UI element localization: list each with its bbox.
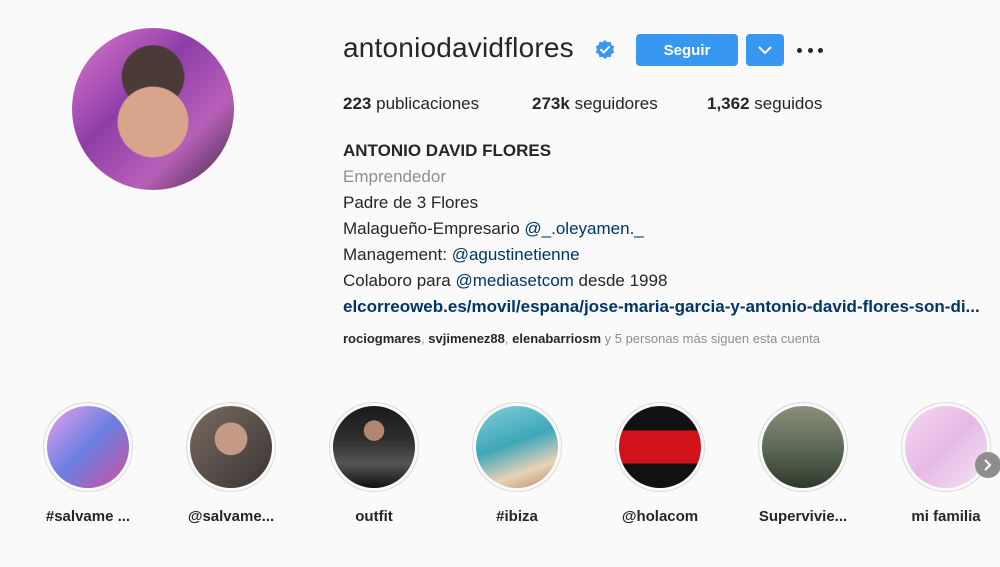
profile-avatar[interactable] — [72, 28, 234, 190]
chevron-right-icon — [984, 459, 992, 471]
bio-text: Malagueño-Empresario — [343, 219, 525, 238]
follower-username[interactable]: svjimenez88 — [428, 331, 505, 346]
followed-by-suffix: y 5 personas más siguen esta cuenta — [601, 331, 820, 346]
dot-icon — [797, 47, 802, 53]
highlight-cover — [472, 402, 562, 492]
dot-icon — [818, 47, 823, 53]
follower-username[interactable]: elenabarriosm — [512, 331, 601, 346]
profile-bio: ANTONIO DAVID FLORES Emprendedor Padre d… — [343, 138, 980, 320]
bio-line: Padre de 3 Flores — [343, 193, 479, 212]
bio-line: Colaboro para @mediasetcom desde 1998 — [343, 268, 980, 294]
highlight-label: @holacom — [621, 508, 699, 525]
follow-button[interactable]: Seguir — [636, 34, 738, 66]
bio-line: Malagueño-Empresario @_.oleyamen._ — [343, 216, 980, 242]
highlight-cover — [43, 402, 133, 492]
highlight-label: mi familia — [911, 508, 981, 525]
highlight-label: Supervivie... — [758, 508, 848, 525]
highlight-item[interactable]: Supervivie... — [757, 402, 849, 525]
bio-full-name: ANTONIO DAVID FLORES — [343, 141, 552, 160]
bio-mention-link[interactable]: @agustinetienne — [452, 245, 580, 264]
more-options-button[interactable] — [797, 38, 823, 62]
posts-stat: 223 publicaciones — [343, 94, 479, 114]
bio-text: Colaboro para — [343, 271, 456, 290]
posts-count: 223 — [343, 94, 372, 113]
dot-icon — [807, 47, 813, 53]
following-stat[interactable]: 1,362 seguidos — [707, 94, 822, 114]
bio-mention-link[interactable]: @mediasetcom — [455, 271, 573, 290]
highlight-cover — [901, 402, 991, 492]
followed-by-text[interactable]: rociogmares, svjimenez88, elenabarriosm … — [343, 331, 820, 346]
highlight-item[interactable]: outfit — [328, 402, 420, 525]
posts-label: publicaciones — [376, 94, 480, 113]
bio-mention-link[interactable]: @_.oleyamen._ — [524, 219, 643, 238]
bio-external-link[interactable]: elcorreoweb.es/movil/espana/jose-maria-g… — [343, 294, 980, 320]
following-count: 1,362 — [707, 94, 750, 113]
highlight-cover — [615, 402, 705, 492]
followers-label: seguidores — [574, 94, 658, 113]
highlight-cover — [758, 402, 848, 492]
highlight-label: @salvame... — [187, 508, 275, 525]
highlight-label: #ibiza — [496, 508, 538, 525]
suggestions-dropdown-button[interactable] — [746, 34, 784, 66]
profile-username: antoniodavidflores — [343, 32, 574, 63]
highlight-item[interactable]: @salvame... — [185, 402, 277, 525]
follower-username[interactable]: rociogmares — [343, 331, 421, 346]
verified-badge-icon — [595, 40, 615, 59]
followers-count: 273k — [532, 94, 570, 113]
highlights-next-button[interactable] — [975, 452, 1000, 478]
followers-stat[interactable]: 273k seguidores — [532, 94, 658, 114]
bio-text: Management: — [343, 245, 452, 264]
bio-category: Emprendedor — [343, 167, 447, 186]
bio-line: Management: @agustinetienne — [343, 242, 980, 268]
highlight-item[interactable]: @holacom — [614, 402, 706, 525]
highlight-cover — [329, 402, 419, 492]
highlight-item[interactable]: #salvame ... — [42, 402, 134, 525]
highlight-label: outfit — [355, 508, 393, 525]
highlight-item[interactable]: #ibiza — [471, 402, 563, 525]
highlight-cover — [186, 402, 276, 492]
bio-text: desde 1998 — [573, 271, 668, 290]
following-label: seguidos — [754, 94, 823, 113]
highlight-label: #salvame ... — [45, 508, 131, 525]
chevron-down-icon — [758, 45, 772, 54]
